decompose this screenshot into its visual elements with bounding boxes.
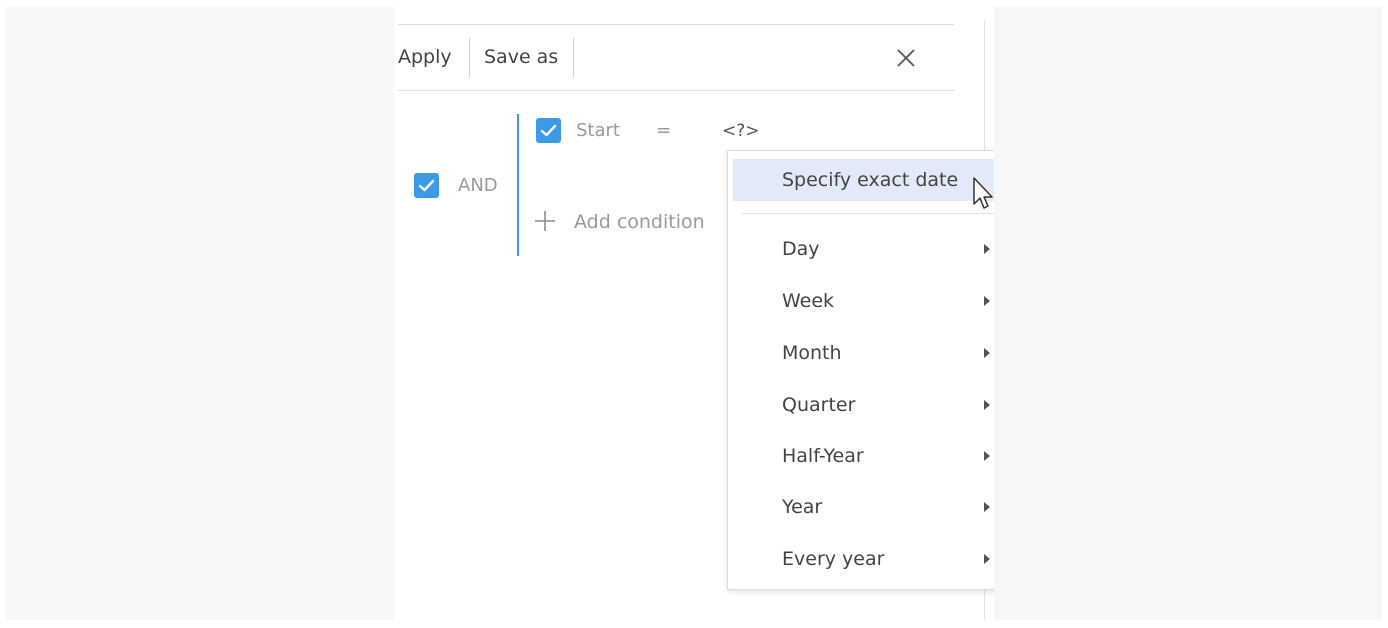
- mouse-cursor-icon: [972, 176, 994, 212]
- menu-item-month[interactable]: Month: [728, 332, 994, 374]
- submenu-arrow-icon: [984, 244, 990, 254]
- close-icon[interactable]: [894, 46, 918, 70]
- apply-button[interactable]: Apply: [398, 44, 452, 70]
- filter-panel: Apply Save as AND Start = <?> Add condit…: [394, 6, 994, 620]
- menu-item-label: Week: [782, 290, 835, 312]
- menu-item-label: Quarter: [782, 394, 856, 416]
- menu-item-label: Month: [782, 342, 842, 364]
- submenu-arrow-icon: [984, 400, 990, 410]
- submenu-arrow-icon: [984, 502, 990, 512]
- toolbar-top-border: [398, 24, 954, 25]
- date-macro-menu: Specify exact date Day Week Month Quarte…: [727, 150, 994, 590]
- submenu-arrow-icon: [984, 451, 990, 461]
- check-icon: [540, 124, 557, 137]
- menu-item-year[interactable]: Year: [728, 486, 994, 528]
- check-icon: [418, 179, 435, 192]
- toolbar-bottom-border: [398, 90, 954, 91]
- submenu-arrow-icon: [984, 296, 990, 306]
- add-condition-link[interactable]: Add condition: [574, 209, 705, 235]
- condition-value[interactable]: <?>: [722, 119, 760, 143]
- condition-operator[interactable]: =: [656, 119, 671, 143]
- menu-item-label: Day: [782, 238, 820, 260]
- plus-icon[interactable]: [534, 210, 556, 232]
- menu-item-label: Every year: [782, 548, 885, 570]
- group-operator-label[interactable]: AND: [458, 174, 498, 198]
- menu-item-week[interactable]: Week: [728, 280, 994, 322]
- menu-item-label: Year: [782, 496, 823, 518]
- save-as-button[interactable]: Save as: [484, 44, 558, 70]
- menu-item-day[interactable]: Day: [728, 228, 994, 270]
- menu-item-quarter[interactable]: Quarter: [728, 384, 994, 426]
- toolbar-separator: [573, 38, 574, 78]
- menu-item-specify-exact-date[interactable]: Specify exact date: [733, 159, 994, 201]
- submenu-arrow-icon: [984, 348, 990, 358]
- group-bracket: [517, 114, 519, 256]
- menu-item-label: Half-Year: [782, 445, 864, 467]
- toolbar-separator: [469, 38, 470, 78]
- menu-item-half-year[interactable]: Half-Year: [728, 435, 994, 477]
- menu-item-every-year[interactable]: Every year: [728, 538, 994, 580]
- menu-item-label: Specify exact date: [782, 169, 959, 191]
- menu-divider: [742, 213, 994, 214]
- group-checkbox[interactable]: [414, 173, 439, 198]
- condition-column[interactable]: Start: [576, 119, 620, 143]
- submenu-arrow-icon: [984, 554, 990, 564]
- condition-checkbox[interactable]: [536, 118, 561, 143]
